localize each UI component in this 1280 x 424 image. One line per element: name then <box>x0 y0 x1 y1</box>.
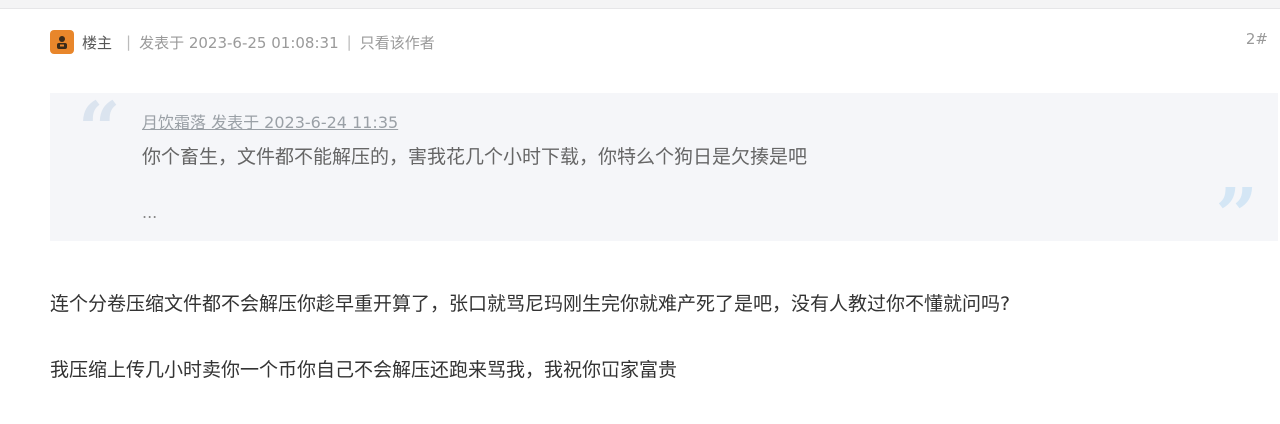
separator: | <box>126 33 132 51</box>
open-quote-icon: “ <box>78 87 121 173</box>
quote-text: 你个畜生，文件都不能解压的，害我花几个小时下载，你特么个狗日是欠揍是吧 <box>142 146 808 168</box>
author-label[interactable]: 楼主 <box>82 32 112 53</box>
only-author-link[interactable]: 只看该作者 <box>360 32 435 53</box>
post-timestamp: 发表于 2023-6-25 01:08:31 <box>139 33 339 52</box>
post-body-line: 我压缩上传几小时卖你一个币你自己不会解压还跑来骂我，我祝你冚家富贵 <box>50 359 678 381</box>
quote-meta-link[interactable]: 月饮霜落 发表于 2023-6-24 11:35 <box>142 109 398 133</box>
quote-block: “ 月饮霜落 发表于 2023-6-24 11:35 你个畜生，文件都不能解压的… <box>50 87 1278 253</box>
top-divider <box>0 0 1280 9</box>
post-body-line: 连个分卷压缩文件都不会解压你趁早重开算了，张口就骂尼玛刚生完你就难产死了是吧，没… <box>50 293 1011 315</box>
user-avatar-icon[interactable] <box>50 30 74 54</box>
person-icon <box>57 36 67 49</box>
quote-ellipsis: ... <box>142 203 158 222</box>
separator: | <box>346 33 352 51</box>
close-quote-icon: ” <box>1215 173 1258 259</box>
floor-number[interactable]: 2# <box>1246 30 1268 48</box>
post-header: 楼主 | 发表于 2023-6-25 01:08:31 | 只看该作者 <box>50 28 435 56</box>
